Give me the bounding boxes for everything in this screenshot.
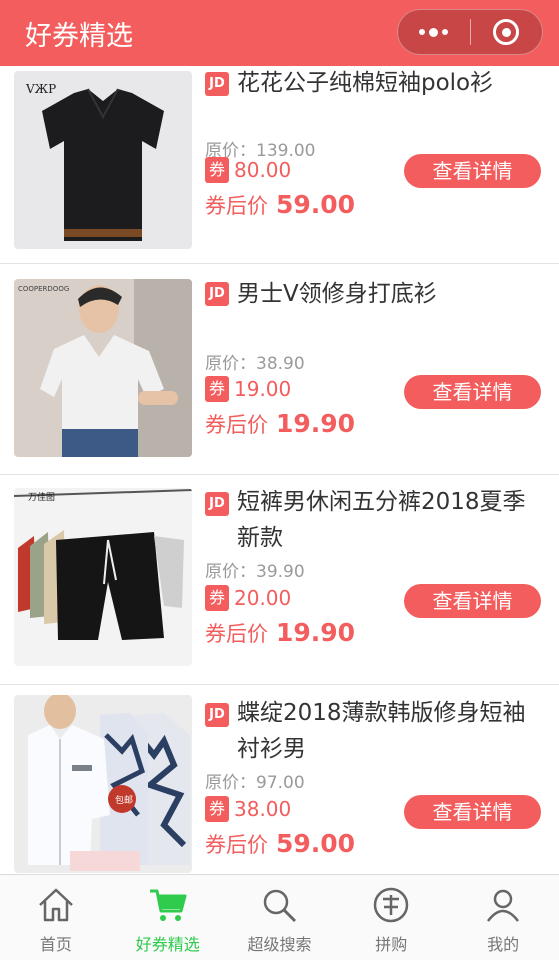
coupon-badge: 券	[205, 585, 229, 611]
coupon-value: 38.00	[234, 797, 292, 821]
after-coupon-label: 券后价	[205, 622, 268, 646]
coupon-row: 券 38.00	[205, 796, 291, 822]
tab-label: 好券精选	[135, 935, 200, 954]
after-coupon-price: 券后价 19.90	[205, 409, 355, 439]
after-coupon-label: 券后价	[205, 194, 268, 218]
coupon-value: 20.00	[234, 586, 292, 610]
tab-home[interactable]: 首页	[0, 875, 112, 960]
tab-label: 拼购	[375, 935, 408, 954]
original-price: 原价：97.00	[205, 768, 305, 793]
search-icon	[257, 883, 301, 927]
tab-group-buy[interactable]: 拼购	[335, 875, 447, 960]
jd-tag: JD	[205, 703, 229, 727]
tab-label: 首页	[39, 935, 72, 954]
group-buy-icon	[369, 883, 413, 927]
coupon-row: 券 20.00	[205, 585, 291, 611]
after-coupon-price: 券后价 19.90	[205, 618, 355, 648]
tab-coupons[interactable]: 好券精选	[112, 875, 224, 960]
coupon-value: 80.00	[234, 158, 292, 182]
original-price: 原价：39.90	[205, 557, 305, 582]
after-coupon-value: 19.90	[276, 618, 356, 647]
view-detail-button[interactable]: 查看详情	[404, 154, 541, 188]
tab-label: 超级搜索	[247, 935, 312, 954]
after-coupon-price: 券后价 59.00	[205, 829, 355, 859]
original-price-label: 原价：	[205, 562, 256, 582]
after-coupon-value: 59.00	[276, 829, 356, 858]
close-miniprogram-button[interactable]	[471, 10, 543, 54]
product-name[interactable]: 男士V领修身打底衫	[237, 276, 537, 312]
tab-super-search[interactable]: 超级搜索	[224, 875, 336, 960]
product-item[interactable]: VЖP JD 花花公子纯棉短袖polo衫 原价：139.00 券 80.00 券…	[0, 66, 559, 264]
coupon-row: 券 80.00	[205, 157, 291, 183]
coupon-badge: 券	[205, 376, 229, 402]
after-coupon-label: 券后价	[205, 413, 268, 437]
after-coupon-label: 券后价	[205, 833, 268, 857]
product-image-vneck[interactable]: COOPERDOOG	[14, 279, 192, 457]
tab-mine[interactable]: 我的	[447, 875, 559, 960]
bottom-tab-bar: 首页 好券精选 超级搜索 拼购 我的	[0, 874, 559, 960]
product-image-shirt[interactable]: 包邮	[14, 695, 192, 873]
tab-label: 我的	[487, 935, 520, 954]
more-dots-icon	[419, 27, 449, 37]
cart-icon	[146, 883, 190, 927]
user-icon	[481, 883, 525, 927]
product-item[interactable]: COOPERDOOG JD 男士V领修身打底衫 原价：38.90 券 19.00…	[0, 265, 559, 475]
original-price-label: 原价：	[205, 773, 256, 793]
coupon-badge: 券	[205, 796, 229, 822]
view-detail-button[interactable]: 查看详情	[404, 375, 541, 409]
product-image-shorts[interactable]: 万佳图	[14, 488, 192, 666]
jd-tag: JD	[205, 72, 229, 96]
product-item[interactable]: 包邮 JD 蝶绽2018薄款韩版修身短袖衬衫男 原价：97.00 券 38.00…	[0, 686, 559, 874]
coupon-badge: 券	[205, 157, 229, 183]
product-image-polo[interactable]: VЖP	[14, 71, 192, 249]
close-target-icon	[493, 19, 520, 45]
product-item[interactable]: 万佳图 JD 短裤男休闲五分裤2018夏季新款 原价：39.90 券 20.00…	[0, 475, 559, 685]
jd-tag: JD	[205, 492, 229, 516]
original-price-value: 39.90	[256, 562, 305, 582]
view-detail-button[interactable]: 查看详情	[404, 584, 541, 618]
svg-text:VЖP: VЖP	[25, 82, 56, 96]
page-title: 好券精选	[25, 20, 133, 52]
original-price-label: 原价：	[205, 354, 256, 374]
svg-text:COOPERDOOG: COOPERDOOG	[18, 285, 69, 293]
more-menu-button[interactable]	[398, 10, 470, 54]
product-name[interactable]: 短裤男休闲五分裤2018夏季新款	[237, 484, 537, 556]
svg-text:万佳图: 万佳图	[28, 491, 55, 503]
svg-text:包邮: 包邮	[115, 794, 133, 806]
product-name[interactable]: 花花公子纯棉短袖polo衫	[237, 66, 537, 101]
product-list: VЖP JD 花花公子纯棉短袖polo衫 原价：139.00 券 80.00 券…	[0, 66, 559, 874]
after-coupon-value: 59.00	[276, 190, 356, 219]
product-name[interactable]: 蝶绽2018薄款韩版修身短袖衬衫男	[237, 695, 537, 767]
after-coupon-value: 19.90	[276, 409, 356, 438]
home-icon	[34, 883, 78, 927]
jd-tag: JD	[205, 282, 229, 306]
original-price: 原价：38.90	[205, 349, 305, 374]
original-price-value: 38.90	[256, 354, 305, 374]
miniprogram-capsule	[397, 9, 543, 55]
view-detail-button[interactable]: 查看详情	[404, 795, 541, 829]
after-coupon-price: 券后价 59.00	[205, 190, 355, 220]
nav-header: 好券精选	[0, 0, 559, 66]
coupon-value: 19.00	[234, 377, 292, 401]
coupon-row: 券 19.00	[205, 376, 291, 402]
original-price-value: 97.00	[256, 773, 305, 793]
